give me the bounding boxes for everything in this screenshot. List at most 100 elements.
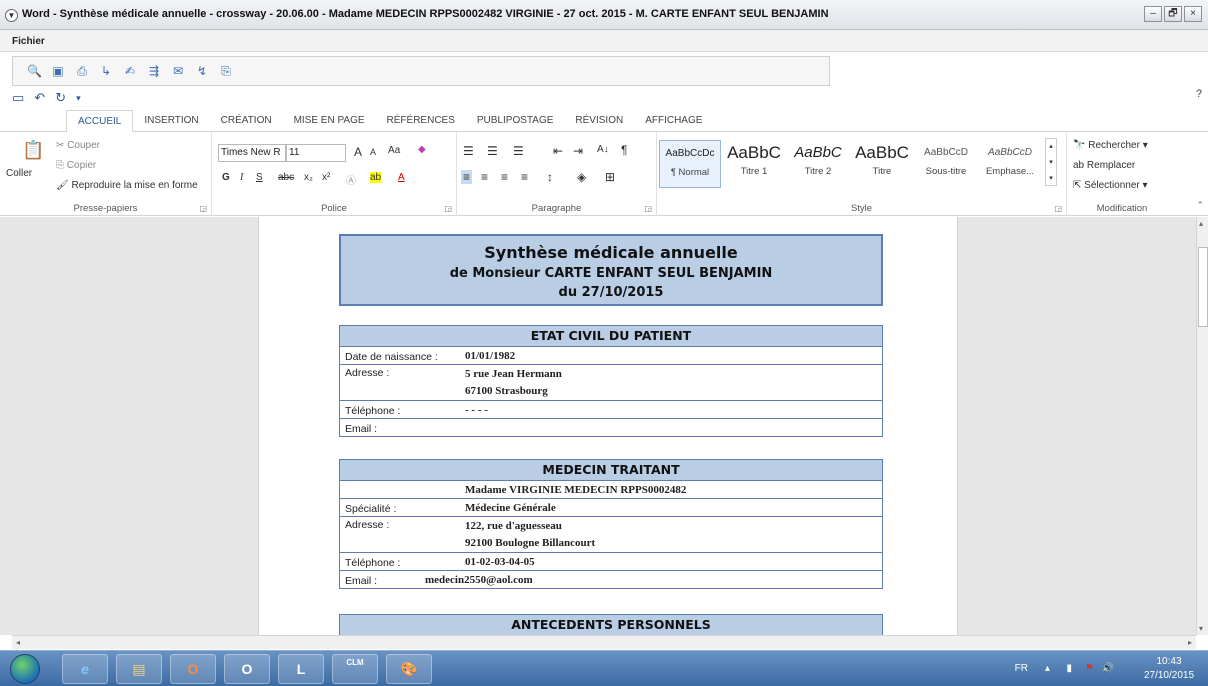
- tab-publipostage[interactable]: PUBLIPOSTAGE: [466, 110, 565, 131]
- tab-references[interactable]: RÉFÉRENCES: [376, 110, 466, 131]
- language-indicator[interactable]: FR: [1015, 663, 1028, 674]
- replace-button[interactable]: ab Remplacer: [1073, 160, 1135, 171]
- lync-icon[interactable]: L: [278, 654, 324, 684]
- scroll-thumb[interactable]: [1198, 247, 1208, 327]
- tab-creation[interactable]: CRÉATION: [210, 110, 283, 131]
- print-icon[interactable]: ⎙: [75, 64, 89, 78]
- shading-icon[interactable]: ◈: [577, 170, 586, 184]
- highlight-icon[interactable]: ab: [370, 172, 382, 183]
- styles-scroll[interactable]: ▴ ▾ ▾: [1045, 138, 1057, 186]
- font-name-select[interactable]: Times New R: [218, 144, 286, 162]
- clear-format-icon[interactable]: ◆: [418, 144, 426, 155]
- justify-icon[interactable]: ≡: [521, 170, 528, 184]
- borders-icon[interactable]: ⊞: [605, 170, 615, 184]
- decrease-indent-icon[interactable]: ⇤: [553, 144, 563, 158]
- find-button[interactable]: 🔭 Rechercher ▾: [1073, 140, 1148, 151]
- change-case-button[interactable]: Aa: [388, 145, 400, 156]
- clock[interactable]: 10:43 27/10/2015: [1138, 655, 1200, 683]
- tab-accueil[interactable]: ACCUEIL: [66, 110, 134, 133]
- paste-button[interactable]: Coller: [6, 168, 32, 179]
- format-painter-button[interactable]: 🖌 Reproduire la mise en forme: [56, 180, 198, 191]
- align-center-icon[interactable]: ≡: [481, 170, 488, 184]
- font-color-icon[interactable]: A: [398, 172, 405, 183]
- vertical-scrollbar[interactable]: ▴ ▾: [1196, 217, 1208, 635]
- flag-icon[interactable]: ⚑: [1085, 663, 1094, 674]
- file-explorer-icon[interactable]: ▤: [116, 654, 162, 684]
- file-menu[interactable]: Fichier: [12, 36, 45, 47]
- launcher-icon[interactable]: ◲: [199, 204, 207, 213]
- truck-icon[interactable]: ⇶: [147, 64, 161, 78]
- notification-icon[interactable]: ▮: [1066, 663, 1072, 674]
- style-titre-1[interactable]: AaBbC Titre 1: [723, 140, 785, 188]
- cut-button[interactable]: ✂ Couper: [56, 140, 100, 151]
- style-titre-2[interactable]: AaBbC Titre 2: [787, 140, 849, 188]
- export-icon[interactable]: ↳: [99, 64, 113, 78]
- copy-button[interactable]: ⎘ Copier: [56, 160, 96, 171]
- sort-button[interactable]: A↓: [597, 144, 609, 155]
- underline-button[interactable]: S: [256, 172, 263, 183]
- tab-revision[interactable]: RÉVISION: [564, 110, 634, 131]
- scroll-left-icon[interactable]: ◂: [16, 638, 20, 647]
- section-header: MEDECIN TRAITANT: [340, 460, 882, 480]
- launcher-icon[interactable]: ◲: [1054, 204, 1062, 213]
- mail-icon[interactable]: ✉: [171, 64, 185, 78]
- table-row: Téléphone : - - - -: [340, 400, 882, 418]
- style-emphase[interactable]: AaBbCcD Emphase...: [979, 140, 1041, 188]
- undo-icon[interactable]: ↶: [34, 90, 45, 106]
- tab-affichage[interactable]: AFFICHAGE: [634, 110, 713, 131]
- close-button[interactable]: ×: [1184, 6, 1202, 22]
- start-button[interactable]: [10, 654, 40, 684]
- select-button[interactable]: ⇱ Sélectionner ▾: [1073, 180, 1148, 191]
- maximize-button[interactable]: 🗗: [1164, 6, 1182, 22]
- search-icon[interactable]: 🔍: [27, 64, 42, 78]
- save-icon[interactable]: ▭: [12, 90, 24, 106]
- customize-icon[interactable]: ▾: [76, 93, 81, 104]
- superscript-button[interactable]: x²: [322, 172, 330, 183]
- font-size-select[interactable]: 11: [286, 144, 346, 162]
- style-sous-titre[interactable]: AaBbCcD Sous-titre: [915, 140, 977, 188]
- italic-button[interactable]: I: [240, 172, 243, 183]
- subscript-button[interactable]: x₂: [304, 172, 313, 183]
- align-left-icon[interactable]: ≡: [461, 170, 473, 184]
- link-icon[interactable]: ↯: [195, 64, 209, 78]
- strikethrough-button[interactable]: abc: [278, 172, 294, 183]
- chevron-down-icon[interactable]: ▼: [5, 9, 18, 22]
- app-o-icon[interactable]: O: [170, 654, 216, 684]
- grow-font-button[interactable]: A: [354, 145, 362, 159]
- signature-icon[interactable]: ✍: [123, 64, 137, 78]
- text-effects-icon[interactable]: Ⓐ: [346, 172, 356, 187]
- tab-insertion[interactable]: INSERTION: [133, 110, 209, 131]
- style-normal[interactable]: AaBbCcDc ¶ Normal: [659, 140, 721, 188]
- multilevel-list-icon[interactable]: ☰: [513, 144, 524, 158]
- show-hidden-icons-icon[interactable]: ▴: [1045, 663, 1050, 674]
- volume-icon[interactable]: 🔊: [1102, 663, 1114, 674]
- show-marks-button[interactable]: ¶: [621, 143, 627, 157]
- launcher-icon[interactable]: ◲: [444, 204, 452, 213]
- redo-icon[interactable]: ↻: [55, 90, 66, 106]
- increase-indent-icon[interactable]: ⇥: [573, 144, 583, 158]
- paint-icon[interactable]: 🎨: [386, 654, 432, 684]
- bullets-icon[interactable]: ☰: [463, 144, 474, 158]
- document-page[interactable]: Synthèse médicale annuelle de Monsieur C…: [258, 217, 958, 635]
- clm-app-icon[interactable]: CLM: [332, 654, 378, 684]
- scroll-right-icon[interactable]: ▸: [1188, 638, 1192, 647]
- save-icon[interactable]: ▣: [51, 64, 65, 78]
- align-right-icon[interactable]: ≡: [501, 170, 508, 184]
- shrink-font-button[interactable]: A: [370, 147, 376, 157]
- collapse-ribbon-icon[interactable]: ⌃: [1196, 200, 1204, 211]
- tab-mise-en-page[interactable]: MISE EN PAGE: [283, 110, 376, 131]
- line-spacing-icon[interactable]: ↕: [547, 170, 553, 184]
- style-titre[interactable]: AaBbC Titre: [851, 140, 913, 188]
- scroll-down-icon[interactable]: ▾: [1199, 624, 1203, 633]
- bold-button[interactable]: G: [222, 172, 230, 183]
- launcher-icon[interactable]: ◲: [644, 204, 652, 213]
- numbering-icon[interactable]: ☰: [487, 144, 498, 158]
- minimize-button[interactable]: –: [1144, 6, 1162, 22]
- outlook-icon[interactable]: O: [224, 654, 270, 684]
- horizontal-scrollbar[interactable]: ◂ ▸: [12, 635, 1196, 649]
- preview-icon[interactable]: ⎘: [219, 64, 233, 78]
- clipboard-icon[interactable]: 📋: [22, 140, 44, 161]
- internet-explorer-icon[interactable]: e: [62, 654, 108, 684]
- scroll-up-icon[interactable]: ▴: [1199, 219, 1203, 228]
- help-button[interactable]: ?: [1196, 88, 1202, 100]
